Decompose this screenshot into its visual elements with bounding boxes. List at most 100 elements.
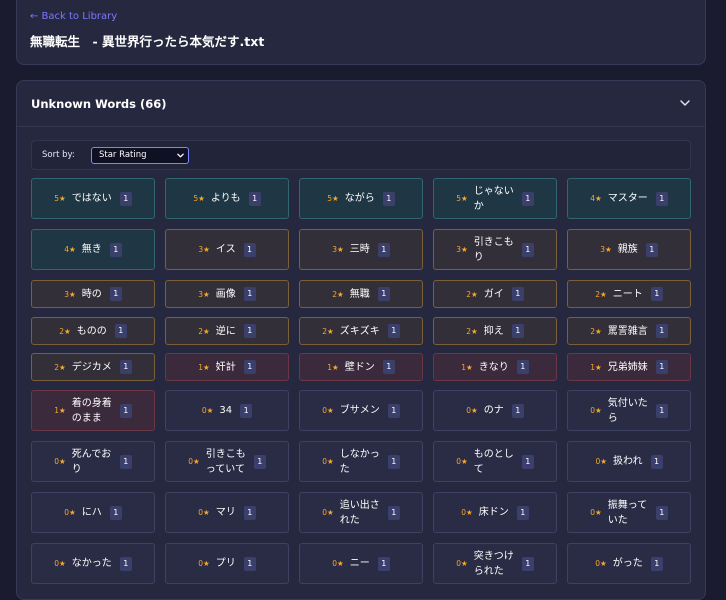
count-badge: 1 <box>377 556 390 571</box>
word-text: 兄弟姉妹 <box>607 361 648 373</box>
unknown-words-header[interactable]: Unknown Words (66) <box>17 81 705 127</box>
star-rating: 2★ <box>332 289 344 299</box>
word-card[interactable]: 0★ なかった 1 <box>31 543 155 584</box>
word-card[interactable]: 2★ 抑え 1 <box>433 317 557 345</box>
word-card[interactable]: 0★ マリ 1 <box>165 492 289 533</box>
star-rating: 0★ <box>188 457 200 466</box>
word-card[interactable]: 0★ プリ 1 <box>165 543 289 584</box>
word-text: 奸計 <box>215 361 236 373</box>
word-text: ズキズキ <box>339 325 380 337</box>
count-badge: 1 <box>387 454 400 469</box>
word-card[interactable]: 5★ ではない 1 <box>31 178 155 219</box>
word-text: がった <box>612 558 643 569</box>
star-rating: 1★ <box>198 362 210 372</box>
chevron-down-icon[interactable] <box>679 97 691 109</box>
sort-select[interactable]: Star Rating <box>91 147 189 164</box>
word-card[interactable]: 0★ 振舞っていた 1 <box>567 492 691 533</box>
star-rating: 0★ <box>332 559 344 568</box>
word-text: 引きこもっていて <box>205 448 246 475</box>
word-card[interactable]: 3★ 三時 1 <box>299 229 423 270</box>
word-text: にハ <box>81 507 102 518</box>
word-card[interactable]: 2★ 逆に 1 <box>165 317 289 345</box>
word-card[interactable]: 1★ 着の身着のまま 1 <box>31 390 155 431</box>
word-card[interactable]: 0★ 突きつけられた 1 <box>433 543 557 584</box>
word-card[interactable]: 0★ にハ 1 <box>31 492 155 533</box>
word-text: 着の身着のまま <box>71 397 112 424</box>
star-rating: 0★ <box>322 406 334 415</box>
count-badge: 1 <box>387 403 400 418</box>
word-card[interactable]: 2★ ガイ 1 <box>433 280 557 308</box>
word-card[interactable]: 0★ ブサメン 1 <box>299 390 423 431</box>
word-card[interactable]: 2★ デジカメ 1 <box>31 353 155 381</box>
count-badge: 1 <box>645 242 658 257</box>
star-rating: 3★ <box>600 245 612 254</box>
word-text: きなり <box>478 361 509 373</box>
word-card[interactable]: 0★ 気付いたら 1 <box>567 390 691 431</box>
count-badge: 1 <box>243 505 256 520</box>
word-card[interactable]: 4★ マスター 1 <box>567 178 691 219</box>
word-text: デジカメ <box>71 361 112 373</box>
count-badge: 1 <box>387 505 400 520</box>
word-card[interactable]: 0★ 34 1 <box>165 390 289 431</box>
word-card[interactable]: 2★ 罵詈雑言 1 <box>567 317 691 345</box>
count-badge: 1 <box>650 454 663 469</box>
star-rating: 5★ <box>456 194 468 203</box>
word-card[interactable]: 0★ 死んでおり 1 <box>31 441 155 482</box>
word-card[interactable]: 3★ 画像 1 <box>165 280 289 308</box>
star-rating: 1★ <box>590 362 602 372</box>
word-card[interactable]: 0★ 扱われ 1 <box>567 441 691 482</box>
word-text: マスター <box>607 193 648 204</box>
sort-label: Sort by: <box>42 150 75 160</box>
count-badge: 1 <box>119 191 132 206</box>
word-card[interactable]: 2★ ニート 1 <box>567 280 691 308</box>
word-card[interactable]: 2★ ものの 1 <box>31 317 155 345</box>
star-rating: 2★ <box>466 326 478 336</box>
count-badge: 1 <box>119 403 132 418</box>
word-card[interactable]: 0★ 追い出された 1 <box>299 492 423 533</box>
word-card[interactable]: 3★ 引きこもり 1 <box>433 229 557 270</box>
word-card[interactable]: 5★ よりも 1 <box>165 178 289 219</box>
word-card[interactable]: 5★ ながら 1 <box>299 178 423 219</box>
count-badge: 1 <box>109 505 122 520</box>
word-card[interactable]: 1★ きなり 1 <box>433 353 557 381</box>
word-text: なかった <box>71 558 112 569</box>
count-badge: 1 <box>521 454 534 469</box>
star-rating: 2★ <box>322 326 334 336</box>
word-text: 罵詈雑言 <box>607 325 648 337</box>
word-card[interactable]: 3★ イス 1 <box>165 229 289 270</box>
star-rating: 0★ <box>595 457 608 466</box>
count-badge: 1 <box>650 287 663 301</box>
word-card[interactable]: 0★ ものとして 1 <box>433 441 557 482</box>
word-card[interactable]: 3★ 親族 1 <box>567 229 691 270</box>
word-card[interactable]: 1★ 壁ドン 1 <box>299 353 423 381</box>
word-card[interactable]: 2★ ズキズキ 1 <box>299 317 423 345</box>
word-card[interactable]: 5★ じゃないか 1 <box>433 178 557 219</box>
star-rating: 0★ <box>461 508 473 517</box>
star-rating: 0★ <box>198 559 210 568</box>
word-text: 気付いたら <box>607 397 648 424</box>
word-text: ブサメン <box>339 405 380 416</box>
word-card[interactable]: 0★ がった 1 <box>567 543 691 584</box>
word-text: 引きこもり <box>473 236 514 263</box>
count-badge: 1 <box>382 191 395 206</box>
word-card[interactable]: 1★ 奸計 1 <box>165 353 289 381</box>
word-card[interactable]: 0★ 床ドン 1 <box>433 492 557 533</box>
word-card[interactable]: 2★ 無職 1 <box>299 280 423 308</box>
word-card[interactable]: 0★ ニー 1 <box>299 543 423 584</box>
word-card[interactable]: 0★ のナ 1 <box>433 390 557 431</box>
word-card[interactable]: 0★ しなかった 1 <box>299 441 423 482</box>
word-text: 死んでおり <box>71 448 112 475</box>
back-to-library-link[interactable]: ← Back to Library <box>30 11 117 22</box>
word-text: 抑え <box>483 325 504 337</box>
word-card[interactable]: 4★ 無き 1 <box>31 229 155 270</box>
star-rating: 4★ <box>64 245 76 254</box>
star-rating: 4★ <box>590 194 602 203</box>
sort-select-value: Star Rating <box>99 150 147 160</box>
word-card[interactable]: 0★ 引きこもっていて 1 <box>165 441 289 482</box>
count-badge: 1 <box>248 191 261 206</box>
count-badge: 1 <box>119 454 132 469</box>
word-card[interactable]: 3★ 時の 1 <box>31 280 155 308</box>
star-rating: 3★ <box>456 245 468 254</box>
star-rating: 0★ <box>456 457 468 466</box>
word-card[interactable]: 1★ 兄弟姉妹 1 <box>567 353 691 381</box>
